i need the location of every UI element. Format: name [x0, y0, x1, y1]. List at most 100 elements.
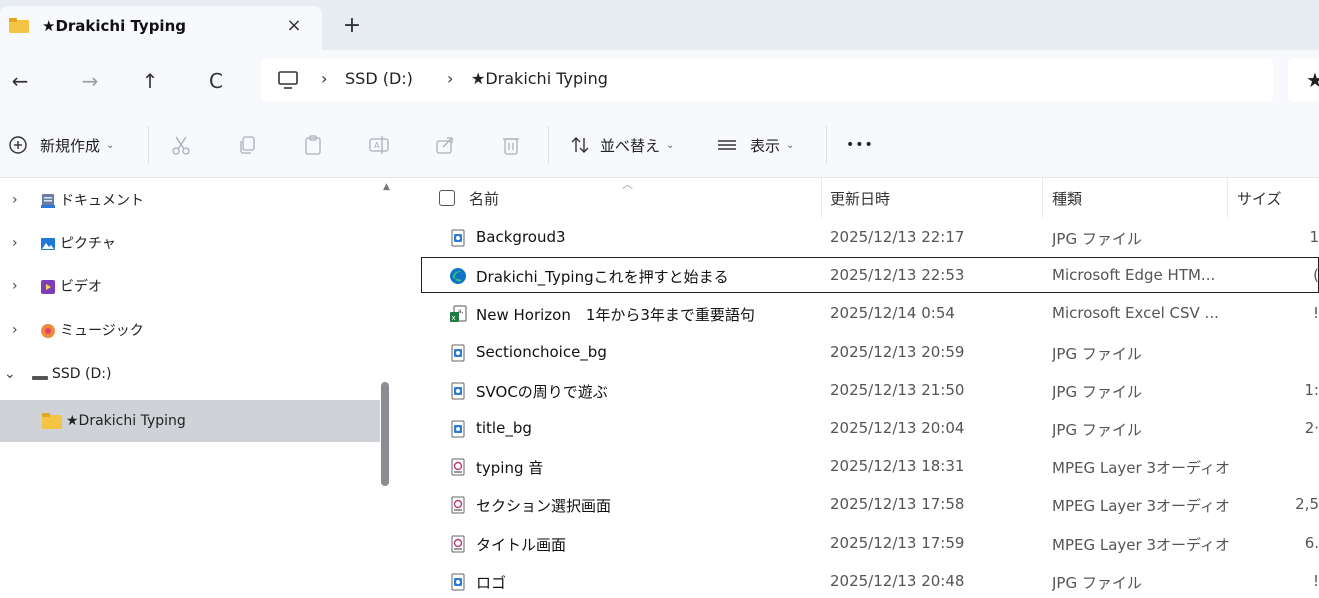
- tab-bar: ★Drakichi Typing × +: [0, 0, 1319, 50]
- forward-button[interactable]: →: [76, 67, 104, 95]
- divider: [548, 126, 549, 164]
- file-modified-date: 2025/12/13 17:59: [830, 533, 965, 552]
- breadcrumb-ssd[interactable]: SSD (D:): [345, 69, 413, 88]
- folder-icon: [9, 18, 29, 33]
- chevron-down-icon[interactable]: ⌄: [4, 366, 16, 382]
- breadcrumb-separator: ›: [321, 69, 328, 88]
- column-divider[interactable]: [1042, 178, 1043, 218]
- more-options-button[interactable]: •••: [846, 132, 874, 158]
- breadcrumb-separator: ›: [447, 69, 454, 88]
- table-row[interactable]: セクション選択画面 2025/12/13 17:58 MPEG Layer 3オーデ…: [397, 485, 1319, 523]
- tree-item-drakichi-typing[interactable]: ★Drakichi Typing: [0, 400, 380, 442]
- sort-button[interactable]: 並べ替え ⌄: [570, 132, 674, 158]
- file-type: JPG ファイル: [1052, 421, 1142, 439]
- breadcrumb-drakichi-typing[interactable]: ★Drakichi Typing: [471, 69, 608, 88]
- close-tab-icon[interactable]: ×: [282, 14, 306, 38]
- table-row[interactable]: SVOCの周りで遊ぶ 2025/12/13 21:50 JPG ファイル 1:: [397, 371, 1319, 409]
- up-button[interactable]: ↑: [136, 67, 164, 95]
- table-row[interactable]: ロゴ 2025/12/13 20:48 JPG ファイル!: [397, 562, 1319, 598]
- svg-text:x: x: [452, 314, 456, 322]
- file-size: 2,5: [1295, 495, 1319, 514]
- sort-icon: [571, 137, 589, 153]
- excel-csv-icon: xa,: [450, 305, 467, 323]
- back-button[interactable]: ←: [6, 67, 34, 95]
- file-modified-date: 2025/12/13 22:17: [830, 228, 965, 246]
- file-name: SVOCの周りで遊ぶ: [476, 382, 608, 401]
- plus-circle-icon: [9, 136, 27, 154]
- tree-item-documents[interactable]: › ドキュメント: [0, 182, 380, 218]
- tree-item-label: ★Drakichi Typing: [66, 413, 186, 429]
- file-size: 1: [1309, 228, 1319, 246]
- tree-item-videos[interactable]: › ビデオ: [0, 268, 380, 304]
- navigation-pane: › ドキュメント › ピクチャ › ビデオ › ミュージック ⌄ SSD (D:…: [0, 178, 397, 598]
- table-row[interactable]: Backgroud3 2025/12/13 22:17 JPG ファイル 1: [397, 218, 1319, 256]
- file-modified-date: 2025/12/13 18:31: [830, 457, 965, 476]
- file-type: JPG ファイル: [1052, 382, 1142, 401]
- column-header-date[interactable]: 更新日時: [830, 178, 890, 218]
- table-row[interactable]: title_bg 2025/12/13 20:04 JPG ファイル 2·: [397, 409, 1319, 447]
- table-row[interactable]: x a, New Horizon 1年から3年まで重要語句 2025/12/14 0:…: [397, 294, 1319, 332]
- column-divider[interactable]: [1227, 178, 1228, 218]
- refresh-button[interactable]: C: [202, 67, 230, 95]
- file-type: Microsoft Excel CSV ...: [1052, 304, 1219, 323]
- column-divider[interactable]: [821, 178, 822, 218]
- file-size: 6.: [1304, 533, 1319, 552]
- file-type: Microsoft Edge HTM...: [1052, 266, 1216, 285]
- tree-item-ssd-d[interactable]: ⌄ SSD (D:): [0, 356, 380, 392]
- view-button[interactable]: 表示 ⌄: [716, 132, 794, 158]
- rename-icon[interactable]: A: [368, 134, 390, 156]
- music-icon: [41, 324, 55, 338]
- file-modified-date: 2025/12/14 0:54: [830, 304, 955, 323]
- tab-drakichi-typing[interactable]: ★Drakichi Typing ×: [0, 6, 322, 50]
- chevron-right-icon[interactable]: ›: [12, 192, 18, 208]
- tree-item-pictures[interactable]: › ピクチャ: [0, 225, 380, 261]
- column-header-name[interactable]: 名前: [469, 178, 499, 218]
- new-button[interactable]: 新規作成 ⌄: [8, 132, 114, 158]
- chevron-down-icon: ⌄: [786, 139, 795, 151]
- file-modified-date: 2025/12/13 20:48: [830, 571, 965, 590]
- chevron-right-icon[interactable]: ›: [12, 235, 18, 251]
- table-row[interactable]: typing 音 2025/12/13 18:31 MPEG Layer 3オーディ…: [397, 447, 1319, 485]
- file-list: ︿ 名前 更新日時 種類 サイズ Backgroud3 2025/12/13 22…: [397, 178, 1319, 598]
- table-row[interactable]: タイトル画面 2025/12/13 17:59 MPEG Layer 3オーディオ 6…: [397, 524, 1319, 562]
- navigation-bar: ← → ↑ C › SSD (D:) › ★Drakichi Typing ★: [0, 50, 1319, 112]
- chevron-right-icon[interactable]: ›: [12, 322, 18, 338]
- address-bar[interactable]: › SSD (D:) › ★Drakichi Typing: [261, 58, 1273, 102]
- tree-item-label: SSD (D:): [52, 366, 112, 382]
- new-button-label: 新規作成: [40, 136, 101, 155]
- svg-text:a,: a,: [458, 308, 464, 315]
- jpg-icon: [451, 344, 465, 362]
- file-name: ロゴ: [476, 573, 507, 592]
- mp3-icon: [451, 496, 465, 514]
- divider: [826, 126, 827, 164]
- table-row[interactable]: Sectionchoice_bg 2025/12/13 20:59 JPG ファイル: [397, 333, 1319, 371]
- chevron-right-icon[interactable]: ›: [12, 278, 18, 294]
- cut-icon[interactable]: [170, 134, 192, 156]
- file-size: !: [1312, 571, 1319, 590]
- select-all-checkbox[interactable]: [439, 190, 455, 206]
- file-modified-date: 2025/12/13 20:59: [830, 342, 965, 361]
- videos-icon: [41, 280, 55, 294]
- search-box-edge[interactable]: ★: [1288, 58, 1319, 102]
- paste-icon[interactable]: [302, 134, 324, 156]
- file-name: セクション選択画面: [476, 497, 612, 516]
- scroll-up-arrow-icon[interactable]: ▲: [383, 182, 390, 192]
- table-row[interactable]: Drakichi_Typingこれを押すと始まる 2025/12/13 22:53…: [397, 256, 1319, 294]
- column-header-size[interactable]: サイズ: [1237, 178, 1282, 218]
- edge-icon: [450, 268, 466, 285]
- copy-icon[interactable]: [236, 134, 258, 156]
- new-tab-button[interactable]: +: [338, 13, 366, 41]
- jpg-icon: [451, 420, 465, 438]
- file-name: Sectionchoice_bg: [476, 342, 607, 361]
- scrollbar-thumb[interactable]: [381, 382, 389, 486]
- file-type: MPEG Layer 3オーディオ: [1052, 535, 1230, 554]
- tree-item-label: ピクチャ: [60, 236, 116, 252]
- file-type: JPG ファイル: [1052, 230, 1142, 248]
- tree-item-music[interactable]: › ミュージック: [0, 312, 380, 348]
- file-type: JPG ファイル: [1052, 573, 1142, 592]
- svg-text:A: A: [374, 141, 380, 150]
- share-icon[interactable]: [434, 134, 456, 156]
- delete-icon[interactable]: [500, 134, 522, 156]
- chevron-down-icon: ⌄: [666, 139, 675, 151]
- column-header-type[interactable]: 種類: [1052, 178, 1082, 218]
